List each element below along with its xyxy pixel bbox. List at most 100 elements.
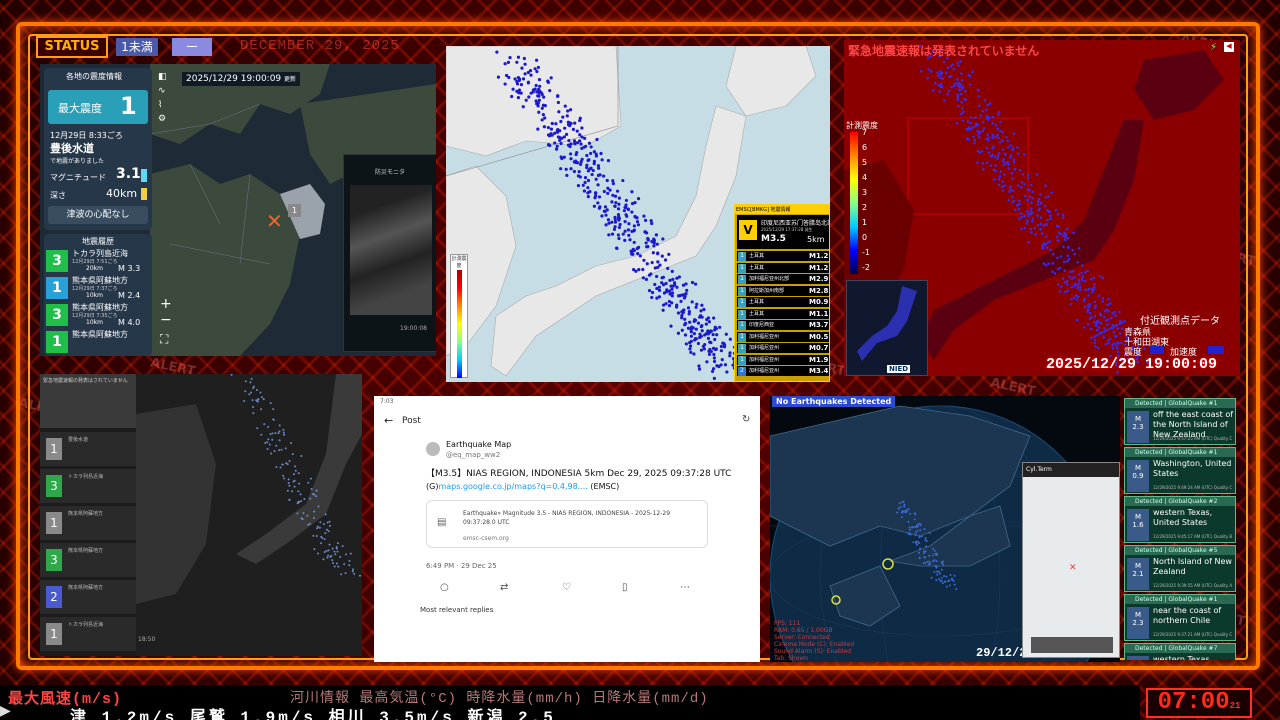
station-dot xyxy=(938,90,942,93)
zoom-out-button[interactable]: − xyxy=(160,312,172,328)
station-dot xyxy=(1039,222,1043,226)
station-dot xyxy=(546,125,550,130)
station-dot xyxy=(596,173,601,177)
emsc-list-item: 1 加利福尼亚州 M1.9 xyxy=(737,354,829,366)
station-dot xyxy=(1018,217,1021,221)
bookmark-icon[interactable]: ▯ xyxy=(622,582,628,593)
station-dot xyxy=(996,154,1000,157)
station-dot xyxy=(1021,173,1025,176)
station-dot xyxy=(652,237,656,241)
station-dot xyxy=(922,561,925,564)
history-title: 地震履歴 xyxy=(82,237,114,246)
station-dot xyxy=(999,170,1003,173)
station-dot xyxy=(1006,160,1010,164)
station-dot xyxy=(1093,338,1097,342)
station-dot xyxy=(986,133,989,136)
station-dot xyxy=(287,482,290,485)
station-dot xyxy=(549,76,553,80)
replies-sort[interactable]: Most relevant replies xyxy=(420,606,493,614)
post-author[interactable]: Earthquake Map xyxy=(446,440,511,449)
station-dot xyxy=(989,164,993,167)
station-dot xyxy=(1066,289,1070,293)
station-dot xyxy=(540,106,544,110)
station-dot xyxy=(531,88,536,92)
station-dot xyxy=(617,236,621,241)
station-dot xyxy=(714,327,718,331)
dark-list-item[interactable]: 1 トカラ列島近海 xyxy=(40,617,136,651)
station-dot xyxy=(1095,334,1098,337)
station-dot xyxy=(513,77,517,81)
station-dot xyxy=(1089,277,1093,281)
station-dot xyxy=(943,99,946,102)
quake-feed-card[interactable]: Detected | GlobalQuake #1 M 0.9 Washington,… xyxy=(1124,447,1236,494)
station-dot xyxy=(1020,227,1023,231)
station-dot xyxy=(517,88,522,92)
station-dot xyxy=(965,137,969,140)
station-dot xyxy=(1083,279,1087,283)
fullscreen-icon[interactable]: ⛶ xyxy=(160,332,168,347)
station-dot xyxy=(1020,215,1024,219)
station-dot xyxy=(626,207,630,211)
quake-card-title: western Texas xyxy=(1153,655,1210,660)
post-statusbar-time: 7:03 xyxy=(380,398,394,405)
station-dot xyxy=(694,305,698,309)
dark-list-item[interactable]: 2 熊本県阿蘇地方 xyxy=(40,580,136,614)
link-card[interactable]: ▤ Earthquake» Magnitude 3.5 - NIAS REGIO… xyxy=(426,500,708,548)
history-item[interactable]: 3 熊本県阿蘇地方 12月29日 7:35ごろ 10km M 4.0 xyxy=(46,302,150,327)
station-dot xyxy=(949,74,953,78)
dark-list-item[interactable]: 1 熊本県阿蘇地方 xyxy=(40,506,136,540)
station-dot xyxy=(1005,135,1008,139)
repost-icon[interactable]: ⇄ xyxy=(500,582,508,593)
quake-feed-card[interactable]: Detected | GlobalQuake #2 M 1.6 western Tex… xyxy=(1124,496,1236,543)
station-dot xyxy=(572,139,577,143)
station-dot xyxy=(506,60,511,64)
reply-icon[interactable]: ○ xyxy=(440,582,449,593)
station-dot xyxy=(924,562,927,565)
station-dot xyxy=(293,479,296,482)
post-handle[interactable]: @eq_map_ww2 xyxy=(446,451,500,459)
station-dot xyxy=(320,542,323,545)
quake-feed-card[interactable]: Detected | GlobalQuake #5 M 2.1 North Islan… xyxy=(1124,545,1236,592)
share-icon[interactable]: ⋯ xyxy=(680,582,690,593)
post-link[interactable]: maps.google.co.jp/maps?q=0.4,98.... xyxy=(438,482,587,491)
station-dot xyxy=(1063,269,1066,272)
quake-feed-card[interactable]: Detected | GlobalQuake #7 Mwestern Texas xyxy=(1124,643,1236,660)
quake-card-mag-value: 2.1 xyxy=(1132,570,1144,578)
station-dot xyxy=(597,206,601,210)
quake-feed-card[interactable]: Detected | GlobalQuake #1 M 2.3 off the eas… xyxy=(1124,398,1236,445)
station-dot xyxy=(645,262,649,266)
map-tool-icons[interactable]: ◧ ∿ ⌇ ⚙ xyxy=(158,70,168,126)
history-item[interactable]: 1 熊本県阿蘇地方 12月29日 7:37ごろ 10km M 2.4 xyxy=(46,275,150,300)
station-dot xyxy=(929,70,933,73)
dark-list-item[interactable]: 1 豊後水道 xyxy=(40,432,136,466)
cyl-footer xyxy=(1031,637,1113,653)
emsc-list-item: 1 阿拉斯加州南部 M2.8 xyxy=(737,285,829,297)
back-arrow-icon[interactable]: ← xyxy=(384,414,393,427)
station-dot xyxy=(985,146,989,150)
station-dot xyxy=(959,112,963,116)
station-dot xyxy=(521,105,525,109)
author-avatar[interactable] xyxy=(426,442,440,456)
station-dot xyxy=(1076,318,1079,322)
refresh-icon[interactable]: ↻ xyxy=(742,414,750,425)
history-item[interactable]: 3 トカラ列島近海 12月29日 7:51ごろ 20km M 3.3 xyxy=(46,248,150,273)
emsc-item-mag: M1.2 xyxy=(809,263,829,272)
dark-list-item[interactable]: 3 トカラ列島近海 xyxy=(40,469,136,503)
quake-feed-card[interactable]: Detected | GlobalQuake #1 M 2.3 near the co… xyxy=(1124,594,1236,641)
like-icon[interactable]: ♡ xyxy=(562,582,571,593)
station-dot xyxy=(591,168,595,173)
station-dot xyxy=(325,528,328,531)
station-dot xyxy=(300,500,303,503)
cyl-header: Cyl.Term xyxy=(1023,463,1119,477)
status-level-badge: 1未満 xyxy=(116,38,158,56)
station-dot xyxy=(536,65,541,70)
station-dot xyxy=(653,266,657,270)
zoom-in-button[interactable]: + xyxy=(160,296,172,312)
dark-list-item[interactable]: 3 熊本県阿蘇地方 xyxy=(40,543,136,577)
history-item[interactable]: 1 熊本県阿蘇地方 xyxy=(46,329,150,354)
station-dot xyxy=(663,258,668,262)
station-dot xyxy=(607,233,611,237)
station-dot xyxy=(563,104,567,108)
station-dot xyxy=(1051,253,1055,256)
station-dot xyxy=(586,195,590,199)
